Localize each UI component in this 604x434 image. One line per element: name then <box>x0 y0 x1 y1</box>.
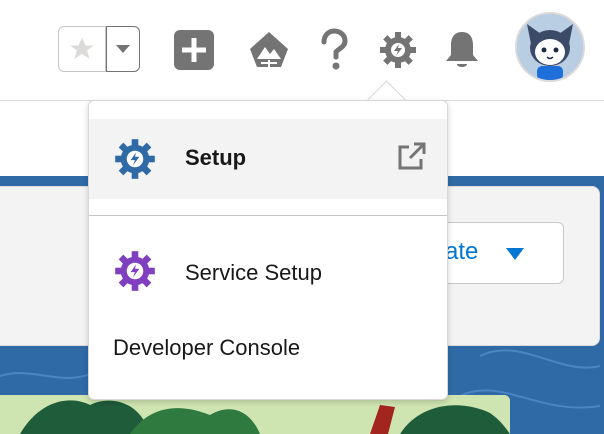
setup-menu-button[interactable] <box>376 26 420 74</box>
setup-gear-icon <box>115 139 155 179</box>
menu-item-setup[interactable]: Setup <box>89 119 447 199</box>
favorites-group <box>58 26 140 72</box>
banner-illustration <box>0 395 510 434</box>
service-setup-gear-icon <box>115 251 155 291</box>
chevron-down-icon <box>506 248 524 260</box>
global-actions-button[interactable] <box>172 26 216 74</box>
menu-item-service-setup[interactable]: Service Setup <box>89 235 447 309</box>
favorites-list-button[interactable] <box>106 26 140 72</box>
astro-avatar-icon <box>517 14 583 80</box>
chevron-down-icon <box>116 45 130 53</box>
user-avatar[interactable] <box>515 12 585 82</box>
trailhead-guidance-button[interactable] <box>247 26 291 74</box>
favorites-button[interactable] <box>58 26 106 72</box>
global-header <box>0 0 604 101</box>
help-button[interactable] <box>312 26 356 74</box>
menu-item-setup-label: Setup <box>185 145 247 170</box>
notifications-button[interactable] <box>440 26 484 74</box>
menu-item-developer-console[interactable]: Developer Console <box>89 323 447 375</box>
jungle-illustration <box>0 395 510 434</box>
setup-gear-icon <box>380 32 416 68</box>
trailhead-guidance-icon <box>250 32 288 67</box>
star-icon <box>70 37 94 59</box>
menu-item-developer-console-label: Developer Console <box>113 335 301 360</box>
external-link-icon <box>398 142 426 170</box>
menu-divider <box>89 215 447 216</box>
menu-item-service-setup-label: Service Setup <box>185 260 322 285</box>
setup-menu-dropdown: Setup Service Setup Developer Console <box>88 100 448 400</box>
help-icon <box>321 28 348 70</box>
create-button-label: ate <box>445 238 479 265</box>
notifications-bell-icon <box>446 32 478 67</box>
global-actions-icon <box>174 30 214 70</box>
